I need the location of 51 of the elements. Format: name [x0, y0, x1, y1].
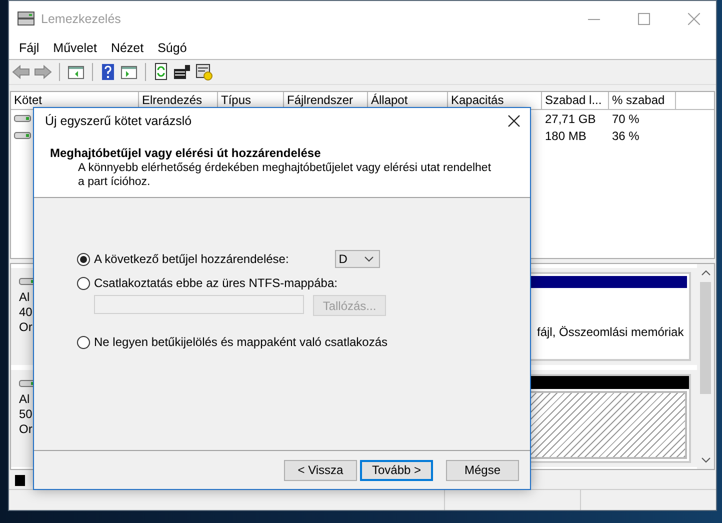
- table-cell: 27,71 GB: [545, 112, 596, 126]
- drive-icon: [19, 276, 36, 287]
- refresh-icon[interactable]: [153, 63, 169, 81]
- disk-label: 50: [19, 407, 34, 422]
- drive-icon: [19, 378, 36, 389]
- disk-label: Al: [19, 392, 31, 407]
- forward-arrow-icon[interactable]: [34, 64, 52, 80]
- disk-label: Al: [19, 290, 31, 305]
- scrollbar[interactable]: [697, 264, 714, 469]
- wizard-heading: Meghajtóbetűjel vagy elérési út hozzárendelése: [50, 146, 322, 161]
- panel-icon[interactable]: [120, 64, 138, 80]
- help-icon[interactable]: [100, 64, 116, 80]
- back-arrow-icon[interactable]: [12, 64, 30, 80]
- radio-button[interactable]: [77, 276, 90, 290]
- table-cell: 180 MB: [545, 128, 586, 142]
- column-header[interactable]: Szabad l...: [542, 92, 609, 109]
- table-cell: 70 %: [612, 112, 640, 126]
- legend-swatch: [15, 474, 25, 486]
- menu-item[interactable]: Nézet: [104, 41, 151, 55]
- disk-label: Or: [19, 320, 34, 335]
- drive-letter-dropdown[interactable]: D: [334, 250, 380, 268]
- drive-icon: [14, 113, 31, 124]
- panel-icon[interactable]: [67, 64, 85, 80]
- scrollbar-thumb[interactable]: [700, 282, 711, 394]
- chevron-down-icon[interactable]: [700, 457, 710, 463]
- option-label[interactable]: Ne legyen betűkijelölés és mappaként való csatlakozás: [94, 335, 388, 349]
- dialog-button[interactable]: Tovább >: [360, 460, 433, 480]
- menu-item[interactable]: Fájl: [12, 41, 46, 55]
- wizard-description: A könnyebb elérhetőség érdekében meghajtóbetűjelet vagy elérési utat rendelhet a part ícióhoz.: [77, 161, 492, 189]
- table-cell: 36 %: [612, 128, 640, 142]
- radio-button[interactable]: [77, 336, 90, 348]
- option-label[interactable]: Csatlakoztatás ebbe az üres NTFS-mappába:: [94, 276, 338, 290]
- folder-path-field[interactable]: [94, 295, 304, 314]
- option-label[interactable]: A következő betűjel hozzárendelése:: [94, 252, 289, 266]
- window-title: Lemezkezelés: [41, 12, 122, 26]
- maximize-icon[interactable]: [638, 13, 650, 25]
- menu-item[interactable]: Művelet: [46, 41, 104, 55]
- dialog-button[interactable]: Mégse: [446, 460, 519, 480]
- drive-icon: [14, 130, 31, 141]
- dialog-button[interactable]: < Vissza: [284, 460, 357, 480]
- menu-item[interactable]: Súgó: [150, 41, 194, 55]
- radio-button[interactable]: [77, 252, 90, 266]
- drive-icon: [17, 11, 35, 27]
- disk-label: Or: [19, 422, 34, 437]
- chevron-down-icon: [364, 256, 374, 262]
- partition-info: fájl, Összeomlási memóriak: [537, 324, 684, 338]
- column-header[interactable]: % szabad: [609, 92, 676, 109]
- disk-label: 40: [19, 305, 34, 320]
- dialog-title: Új egyszerű kötet varázsló: [45, 114, 193, 128]
- chevron-up-icon[interactable]: [700, 270, 710, 276]
- close-icon[interactable]: [508, 115, 520, 127]
